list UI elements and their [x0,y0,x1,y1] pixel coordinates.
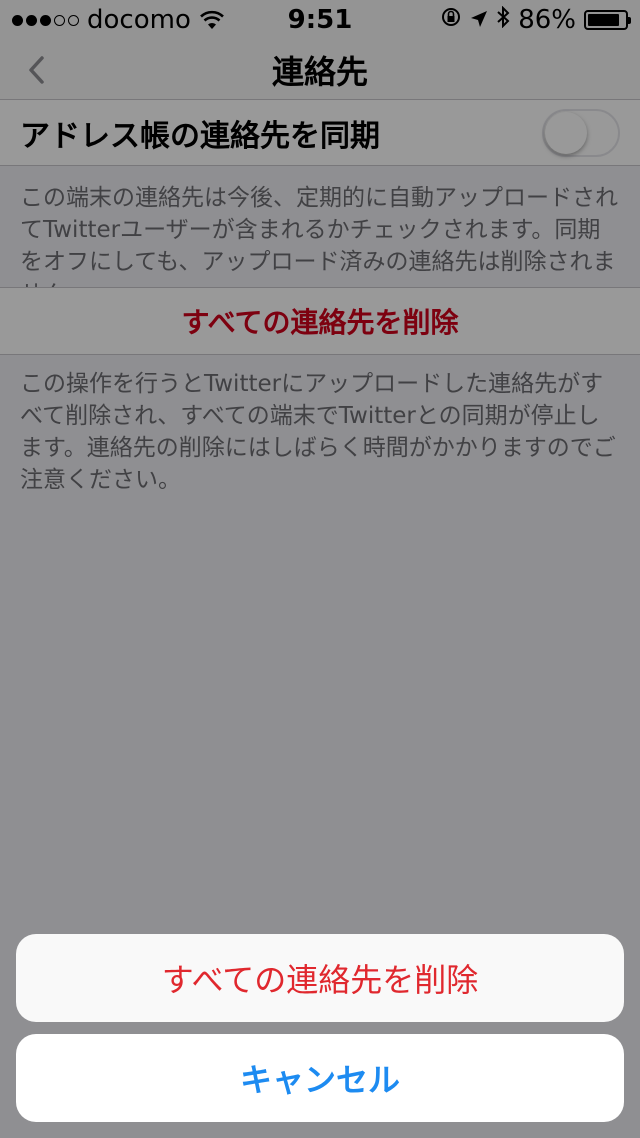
action-sheet-cancel-button[interactable]: キャンセル [16,1034,624,1122]
action-sheet-delete-button[interactable]: すべての連絡先を削除 [16,934,624,1022]
